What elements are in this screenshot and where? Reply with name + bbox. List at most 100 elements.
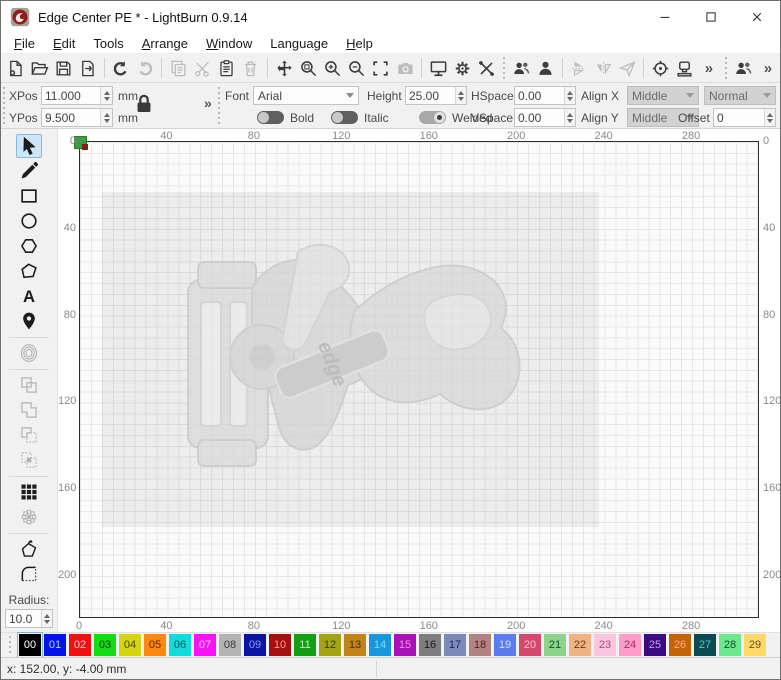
user-button[interactable] xyxy=(534,56,558,81)
group-users-button[interactable] xyxy=(732,56,756,81)
focus-button[interactable] xyxy=(648,56,672,81)
pan-tool-button[interactable] xyxy=(272,56,296,81)
toolbar-overflow-button[interactable]: » xyxy=(697,56,721,81)
menu-tools[interactable]: Tools xyxy=(84,34,132,53)
palette-color-01[interactable]: 01 xyxy=(44,634,66,656)
zoom-box-button[interactable] xyxy=(296,56,320,81)
zoom-in-button[interactable] xyxy=(320,56,344,81)
settings-button[interactable] xyxy=(450,56,474,81)
menu-help[interactable]: Help xyxy=(337,34,382,53)
palette-color-21[interactable]: 21 xyxy=(544,634,566,656)
italic-toggle[interactable]: Italic xyxy=(331,108,389,127)
multi-user-button[interactable] xyxy=(509,56,533,81)
palette-color-11[interactable]: 11 xyxy=(294,634,316,656)
palette-color-29[interactable]: 29 xyxy=(744,634,766,656)
palette-color-13[interactable]: 13 xyxy=(344,634,366,656)
palette-color-20[interactable]: 20 xyxy=(519,634,541,656)
toolbar-overflow-2-button[interactable]: » xyxy=(756,56,780,81)
ypos-stepper[interactable] xyxy=(41,108,113,127)
lock-aspect-icon[interactable] xyxy=(132,91,158,119)
palette-color-25[interactable]: 25 xyxy=(644,634,666,656)
polygon-tool[interactable] xyxy=(16,234,42,258)
offset-stepper[interactable] xyxy=(713,108,776,127)
palette-color-15[interactable]: 15 xyxy=(394,634,416,656)
imported-image[interactable]: edge xyxy=(102,192,599,527)
italic-switch[interactable] xyxy=(331,111,358,124)
hspace-spinner[interactable] xyxy=(564,87,575,104)
palette-color-28[interactable]: 28 xyxy=(719,634,741,656)
position-tool[interactable] xyxy=(16,309,42,333)
vspace-stepper[interactable] xyxy=(514,108,576,127)
palette-color-14[interactable]: 14 xyxy=(369,634,391,656)
undo-button[interactable] xyxy=(109,56,133,81)
minimize-button[interactable] xyxy=(642,1,688,33)
welded-switch[interactable] xyxy=(419,111,446,124)
radius-spinner[interactable] xyxy=(41,610,52,627)
font-combo[interactable]: Arial xyxy=(253,86,359,105)
height-spinner[interactable] xyxy=(455,87,466,104)
height-stepper[interactable] xyxy=(405,86,467,105)
palette-color-08[interactable]: 08 xyxy=(219,634,241,656)
height-input[interactable] xyxy=(406,87,455,104)
maximize-button[interactable] xyxy=(688,1,734,33)
toolbar-handle[interactable] xyxy=(218,87,223,125)
palette-color-16[interactable]: 16 xyxy=(419,634,441,656)
import-file-button[interactable] xyxy=(76,56,100,81)
frame-selection-button[interactable] xyxy=(369,56,393,81)
palette-color-22[interactable]: 22 xyxy=(569,634,591,656)
rectangle-tool[interactable] xyxy=(16,184,42,208)
xpos-input[interactable] xyxy=(42,87,100,104)
palette-color-00[interactable]: 00 xyxy=(19,634,41,656)
save-file-button[interactable] xyxy=(51,56,75,81)
radius-stepper[interactable] xyxy=(5,609,53,628)
ellipse-tool[interactable] xyxy=(16,209,42,233)
palette-color-04[interactable]: 04 xyxy=(119,634,141,656)
toolbar-handle[interactable] xyxy=(723,57,730,79)
palette-color-24[interactable]: 24 xyxy=(619,634,641,656)
menu-language[interactable]: Language xyxy=(261,34,337,53)
preview-button[interactable] xyxy=(426,56,450,81)
paste-button[interactable] xyxy=(215,56,239,81)
open-file-button[interactable] xyxy=(27,56,51,81)
offset-input[interactable] xyxy=(714,109,764,126)
workspace[interactable]: edge xyxy=(79,141,759,618)
offset-spinner[interactable] xyxy=(764,109,775,126)
xpos-stepper[interactable] xyxy=(41,86,113,105)
vspace-spinner[interactable] xyxy=(564,109,575,126)
palette-color-03[interactable]: 03 xyxy=(94,634,116,656)
new-file-button[interactable] xyxy=(3,56,27,81)
rotate-shape-tool[interactable] xyxy=(16,537,42,561)
xpos-spinner[interactable] xyxy=(100,87,112,104)
palette-color-10[interactable]: 10 xyxy=(269,634,291,656)
palette-color-12[interactable]: 12 xyxy=(319,634,341,656)
palette-color-18[interactable]: 18 xyxy=(469,634,491,656)
bold-toggle[interactable]: Bold xyxy=(257,108,314,127)
draw-lines-tool[interactable] xyxy=(16,159,42,183)
toolbar-handle[interactable] xyxy=(3,87,8,125)
close-button[interactable] xyxy=(734,1,780,33)
palette-color-17[interactable]: 17 xyxy=(444,634,466,656)
device-settings-button[interactable] xyxy=(475,56,499,81)
radius-input[interactable] xyxy=(6,610,41,627)
grid-array-tool[interactable] xyxy=(16,480,42,504)
palette-handle[interactable] xyxy=(9,636,14,654)
palette-color-05[interactable]: 05 xyxy=(144,634,166,656)
toolbar-handle[interactable] xyxy=(501,57,508,79)
ypos-spinner[interactable] xyxy=(100,109,112,126)
round-corner-tool[interactable] xyxy=(16,562,42,586)
menu-window[interactable]: Window xyxy=(197,34,261,53)
ypos-input[interactable] xyxy=(42,109,100,126)
hspace-input[interactable] xyxy=(515,87,564,104)
palette-color-07[interactable]: 07 xyxy=(194,634,216,656)
palette-color-06[interactable]: 06 xyxy=(169,634,191,656)
menu-arrange[interactable]: Arrange xyxy=(133,34,197,53)
select-tool[interactable] xyxy=(16,134,42,158)
text-tool[interactable]: A xyxy=(16,284,42,308)
transform-overflow-button[interactable]: » xyxy=(204,95,212,111)
bold-switch[interactable] xyxy=(257,111,284,124)
palette-color-02[interactable]: 02 xyxy=(69,634,91,656)
palette-color-26[interactable]: 26 xyxy=(669,634,691,656)
hspace-stepper[interactable] xyxy=(514,86,576,105)
palette-color-19[interactable]: 19 xyxy=(494,634,516,656)
palette-color-23[interactable]: 23 xyxy=(594,634,616,656)
